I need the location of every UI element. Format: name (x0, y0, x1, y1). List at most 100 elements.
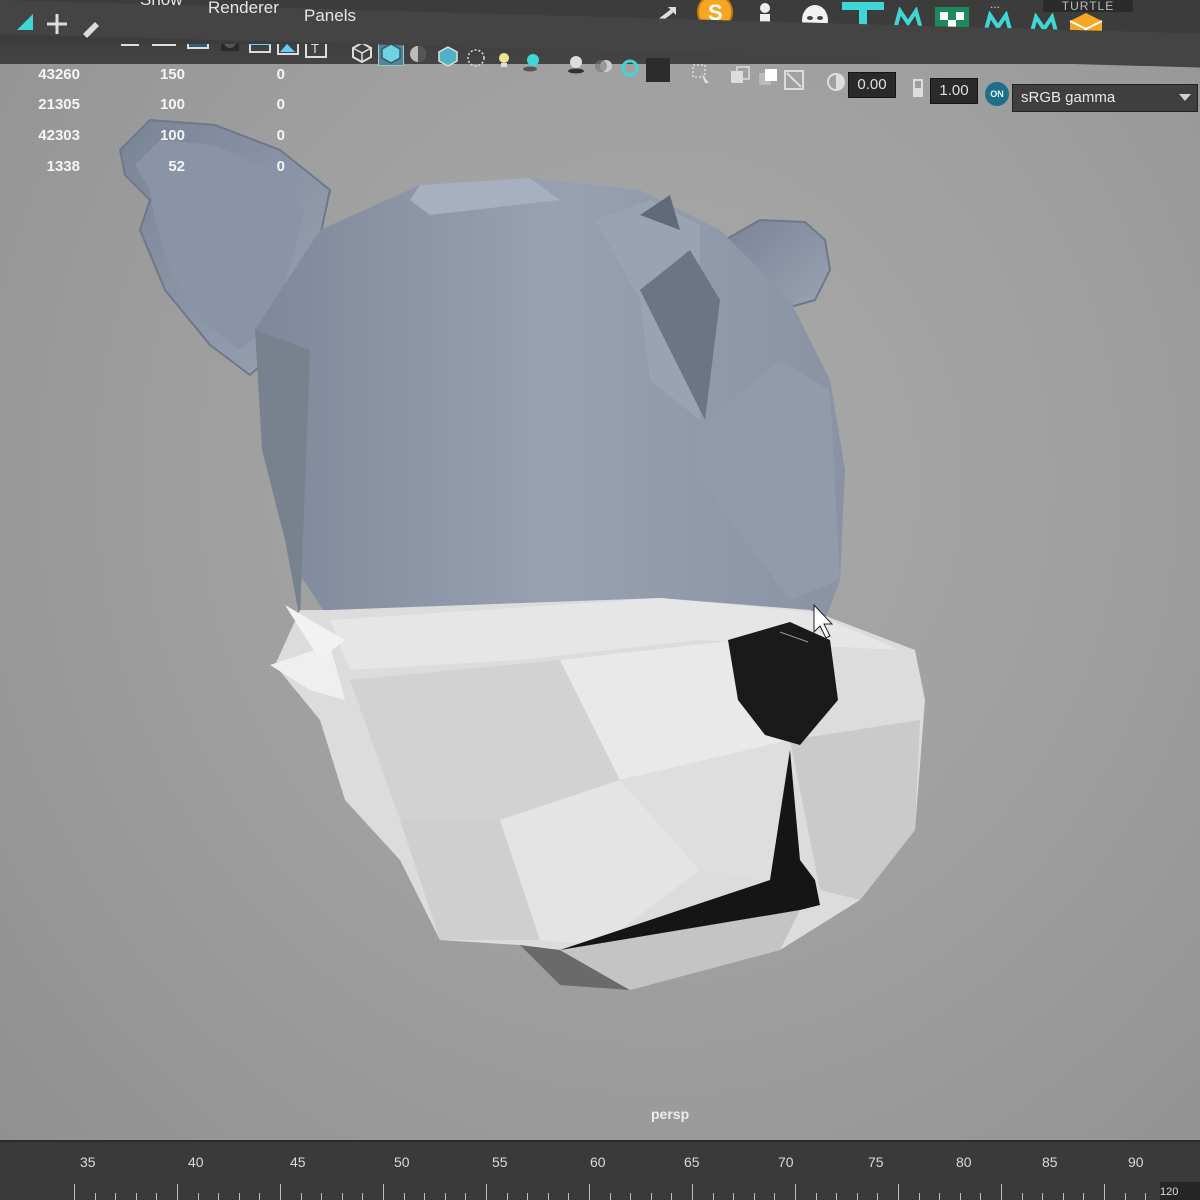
timeline-tick (795, 1184, 796, 1200)
motion-blur-icon[interactable] (592, 54, 616, 78)
hud-zero-value: 0 (276, 158, 285, 175)
isolate-select-icon[interactable] (690, 62, 714, 86)
timeline-tick (980, 1193, 981, 1200)
color-space-dropdown[interactable]: sRGB gamma (1012, 84, 1198, 112)
timeline-tick (568, 1193, 569, 1200)
hud-zero-value: 0 (276, 96, 285, 113)
timeline-tick (321, 1193, 322, 1200)
menu-panels[interactable]: Panels (304, 6, 356, 26)
timeline-tick (898, 1184, 899, 1200)
timeline-tick (610, 1193, 611, 1200)
timeline-tick (424, 1193, 425, 1200)
gamma-icon[interactable] (906, 76, 930, 100)
xray-active-icon[interactable] (756, 66, 780, 90)
timeline-tick (1022, 1193, 1023, 1200)
exposure-field[interactable]: 0.00 (848, 72, 896, 98)
timeline-tick (74, 1184, 75, 1200)
gamma-field[interactable]: 1.00 (930, 78, 978, 104)
timeline-tick (1125, 1193, 1126, 1200)
textured-icon[interactable] (436, 44, 460, 68)
timeline-tick (177, 1184, 178, 1200)
current-frame-field[interactable]: 120 (1160, 1182, 1200, 1200)
timeline-tick (774, 1193, 775, 1200)
timeline-tick (486, 1184, 487, 1200)
shelf-tab-partial[interactable]: ... (990, 0, 1000, 10)
timeline-tick (404, 1193, 405, 1200)
timeline-tick (1001, 1184, 1002, 1200)
timeline-label: 80 (956, 1154, 972, 1170)
timeline-tick (671, 1193, 672, 1200)
timeline-tick (960, 1193, 961, 1200)
timeline-label: 90 (1128, 1154, 1144, 1170)
timeline-tick (939, 1193, 940, 1200)
maya-window: 21973 52 0 43260 150 0 21305 100 0 42303… (0, 0, 1200, 1200)
timeline-tick (95, 1193, 96, 1200)
paint-tool-icon[interactable] (76, 6, 106, 46)
timeline-label: 35 (80, 1154, 96, 1170)
time-slider[interactable]: 35 40 45 50 55 60 65 70 75 80 85 90 120 (0, 1140, 1200, 1200)
camera-label: persp (651, 1106, 690, 1122)
ambient-occlusion-icon[interactable] (564, 52, 588, 76)
select-tool-icon[interactable] (10, 2, 40, 42)
timeline-label: 50 (394, 1154, 410, 1170)
timeline-label: 85 (1042, 1154, 1058, 1170)
menu-renderer[interactable]: Renderer (208, 0, 279, 18)
timeline-label: 75 (868, 1154, 884, 1170)
timeline-tick (301, 1193, 302, 1200)
timeline-tick (465, 1193, 466, 1200)
timeline-tick (527, 1193, 528, 1200)
timeline-label: 65 (684, 1154, 700, 1170)
panel-menubar: Show Renderer Panels (0, 0, 1200, 68)
color-mgmt-label: ON (990, 89, 1004, 99)
timeline-tick (713, 1193, 714, 1200)
hud-zero-value: 0 (276, 127, 285, 144)
timeline-tick (239, 1193, 240, 1200)
hud-selected-value: 150 (159, 66, 185, 83)
timeline-tick (218, 1193, 219, 1200)
timeline-tick (651, 1193, 652, 1200)
dof-icon[interactable] (646, 58, 670, 82)
chevron-down-icon (1179, 94, 1191, 101)
timeline-label: 60 (590, 1154, 606, 1170)
lighting-icon[interactable] (492, 48, 516, 72)
hud-tris-value: 42303 (38, 127, 80, 144)
bear-head-model[interactable] (0, 0, 1200, 1200)
timeline-tick (754, 1193, 755, 1200)
timeline-tick (877, 1193, 878, 1200)
timeline-tick (445, 1193, 446, 1200)
timeline-label: 45 (290, 1154, 306, 1170)
move-tool-icon[interactable] (42, 4, 72, 44)
backface-icon[interactable] (782, 68, 806, 92)
timeline-tick (156, 1193, 157, 1200)
timeline-tick (733, 1193, 734, 1200)
timeline-label: 70 (778, 1154, 794, 1170)
timeline-tick (383, 1184, 384, 1200)
hud-zero-value: 0 (276, 66, 285, 83)
antialiasing-icon[interactable] (618, 56, 642, 80)
viewport-persp[interactable]: 21973 52 0 43260 150 0 21305 100 0 42303… (0, 0, 1200, 1200)
timeline-tick (1063, 1193, 1064, 1200)
hud-faces-value: 21305 (38, 96, 80, 113)
hud-selected-value: 100 (159, 96, 185, 113)
exposure-icon[interactable] (824, 70, 848, 94)
timeline-label: 40 (188, 1154, 204, 1170)
timeline-tick (836, 1193, 837, 1200)
hud-selected-value: 52 (168, 158, 185, 175)
timeline-tick (259, 1193, 260, 1200)
timeline-tick (630, 1193, 631, 1200)
timeline-tick (115, 1193, 116, 1200)
timeline-tick (198, 1193, 199, 1200)
timeline-tick (342, 1193, 343, 1200)
xray-icon[interactable] (464, 46, 488, 70)
shadows-icon[interactable] (520, 50, 544, 74)
timeline-tick (589, 1184, 590, 1200)
timeline-tick (136, 1193, 137, 1200)
timeline-tick (692, 1184, 693, 1200)
timeline-tick (857, 1193, 858, 1200)
shelf-tab-turtle[interactable]: TURTLE (1043, 0, 1133, 12)
timeline-tick (816, 1193, 817, 1200)
menu-show[interactable]: Show (140, 0, 183, 10)
hud-uvs-value: 1338 (46, 158, 80, 175)
color-management-toggle[interactable]: ON (985, 82, 1009, 106)
xray-joints-icon[interactable] (728, 64, 752, 88)
